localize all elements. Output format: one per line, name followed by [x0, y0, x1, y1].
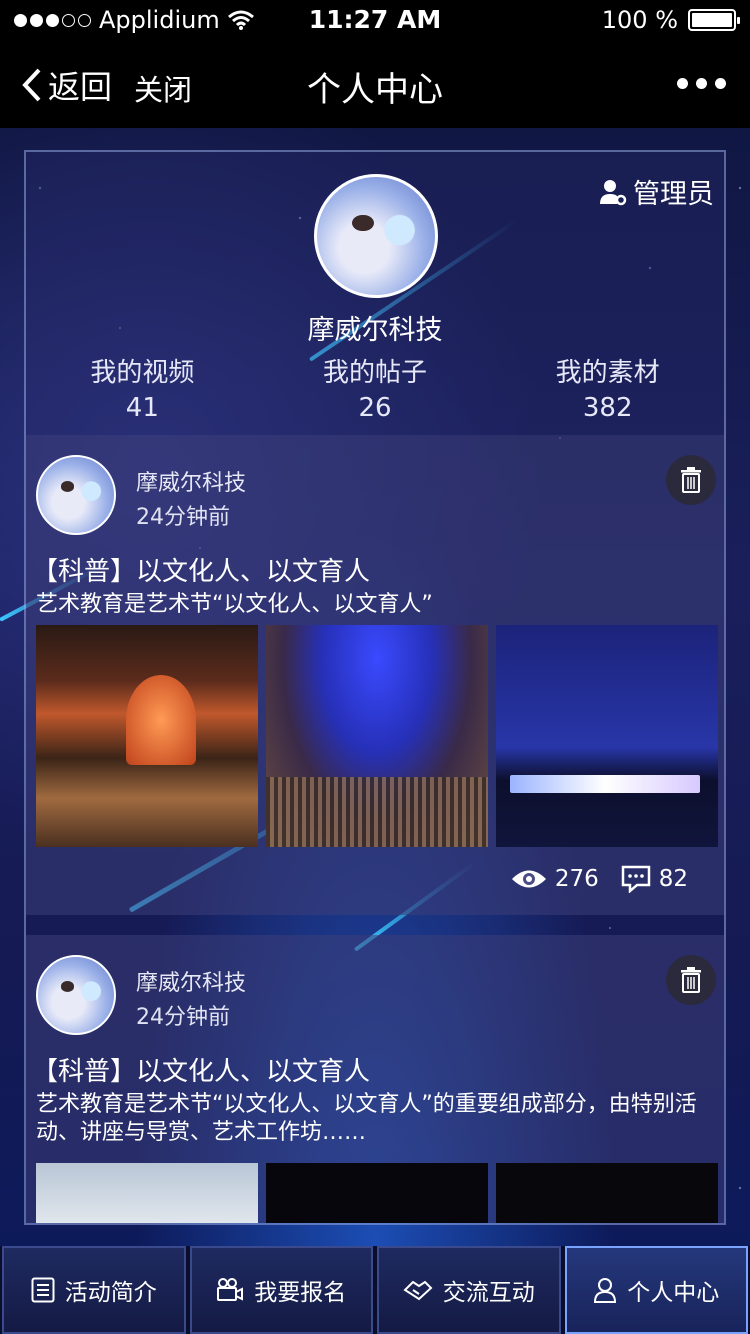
comment-icon [621, 865, 650, 893]
more-button[interactable] [677, 78, 726, 89]
tab-label: 我要报名 [254, 1280, 347, 1306]
username: 摩威尔科技 [307, 315, 443, 346]
tab-activity-intro[interactable]: 活动简介 [2, 1246, 186, 1334]
post-image[interactable] [36, 1163, 258, 1223]
stat-label: 我的素材 [555, 358, 660, 388]
stat-videos[interactable]: 我的视频 41 [26, 352, 259, 423]
post-image[interactable] [496, 625, 718, 847]
stat-value: 41 [125, 393, 159, 423]
stat-value: 26 [358, 393, 392, 423]
stats-row: 我的视频 41 我的帖子 26 我的素材 382 [26, 352, 724, 423]
user-settings-icon [600, 179, 627, 205]
avatar[interactable] [314, 174, 438, 298]
post-image[interactable] [36, 625, 258, 847]
post-avatar[interactable] [36, 455, 116, 535]
stat-label: 我的视频 [90, 358, 195, 388]
trash-icon [681, 967, 701, 993]
post-image[interactable] [496, 1163, 718, 1223]
profile-header: 管理员 摩威尔科技 我的视频 41 我的帖子 26 我的素材 382 [26, 152, 724, 435]
stat-materials[interactable]: 我的素材 382 [491, 352, 724, 423]
stat-posts[interactable]: 我的帖子 26 [259, 352, 492, 423]
tab-bar: 活动简介 我要报名 交流互动 个人中心 [0, 1246, 750, 1334]
nav-bar: 返回 关闭 个人中心 [0, 40, 750, 128]
post-item[interactable]: 摩威尔科技 24分钟前 【科普】以文化人、以文育人 艺术教育是艺术节“以文化人、… [26, 435, 724, 915]
status-right: 100 % [601, 6, 740, 34]
delete-button[interactable] [666, 455, 716, 505]
video-camera-icon [217, 1278, 244, 1301]
tab-interaction[interactable]: 交流互动 [377, 1246, 561, 1334]
tab-label: 活动简介 [64, 1280, 157, 1306]
battery-label: 100 % [601, 6, 678, 34]
post-desc: 艺术教育是艺术节“以文化人、以文育人” [36, 592, 433, 617]
tab-label: 个人中心 [627, 1280, 720, 1306]
list-icon [31, 1277, 55, 1303]
page-title: 个人中心 [307, 70, 443, 110]
post-image[interactable] [266, 625, 488, 847]
stat-value: 382 [582, 393, 633, 423]
post-images [36, 1163, 718, 1223]
post-author: 摩威尔科技 [136, 971, 247, 996]
post-item[interactable]: 摩威尔科技 24分钟前 【科普】以文化人、以文育人 艺术教育是艺术节“以文化人、… [26, 935, 724, 1223]
status-bar: Applidium 11:27 AM 100 % [0, 0, 750, 40]
tab-label: 交流互动 [442, 1280, 535, 1306]
stat-label: 我的帖子 [323, 358, 428, 388]
tab-signup[interactable]: 我要报名 [189, 1246, 373, 1334]
battery-icon [688, 9, 740, 31]
eye-icon [511, 870, 546, 888]
admin-button[interactable]: 管理员 [599, 172, 714, 211]
post-image[interactable] [266, 1163, 488, 1223]
post-author: 摩威尔科技 [136, 471, 247, 496]
comment-count: 82 [658, 866, 688, 892]
tab-personal-center[interactable]: 个人中心 [564, 1246, 748, 1334]
post-desc: 艺术教育是艺术节“以文化人、以文育人”的重要组成部分，由特别活动、讲座与导赏、艺… [36, 1092, 697, 1145]
post-title: 【科普】以文化人、以文育人 [32, 557, 371, 587]
post-time: 24分钟前 [136, 1005, 230, 1030]
post-time: 24分钟前 [136, 505, 230, 530]
handshake-icon [403, 1280, 433, 1301]
view-count: 276 [554, 866, 599, 892]
profile-card: 管理员 摩威尔科技 我的视频 41 我的帖子 26 我的素材 382 摩威尔科技… [24, 150, 726, 1225]
post-images [36, 625, 718, 847]
post-title: 【科普】以文化人、以文育人 [32, 1057, 371, 1087]
post-avatar[interactable] [36, 955, 116, 1035]
post-stats: 276 82 [511, 865, 688, 893]
delete-button[interactable] [666, 955, 716, 1005]
admin-label: 管理员 [633, 179, 714, 210]
trash-icon [681, 467, 701, 493]
user-icon [594, 1278, 617, 1303]
